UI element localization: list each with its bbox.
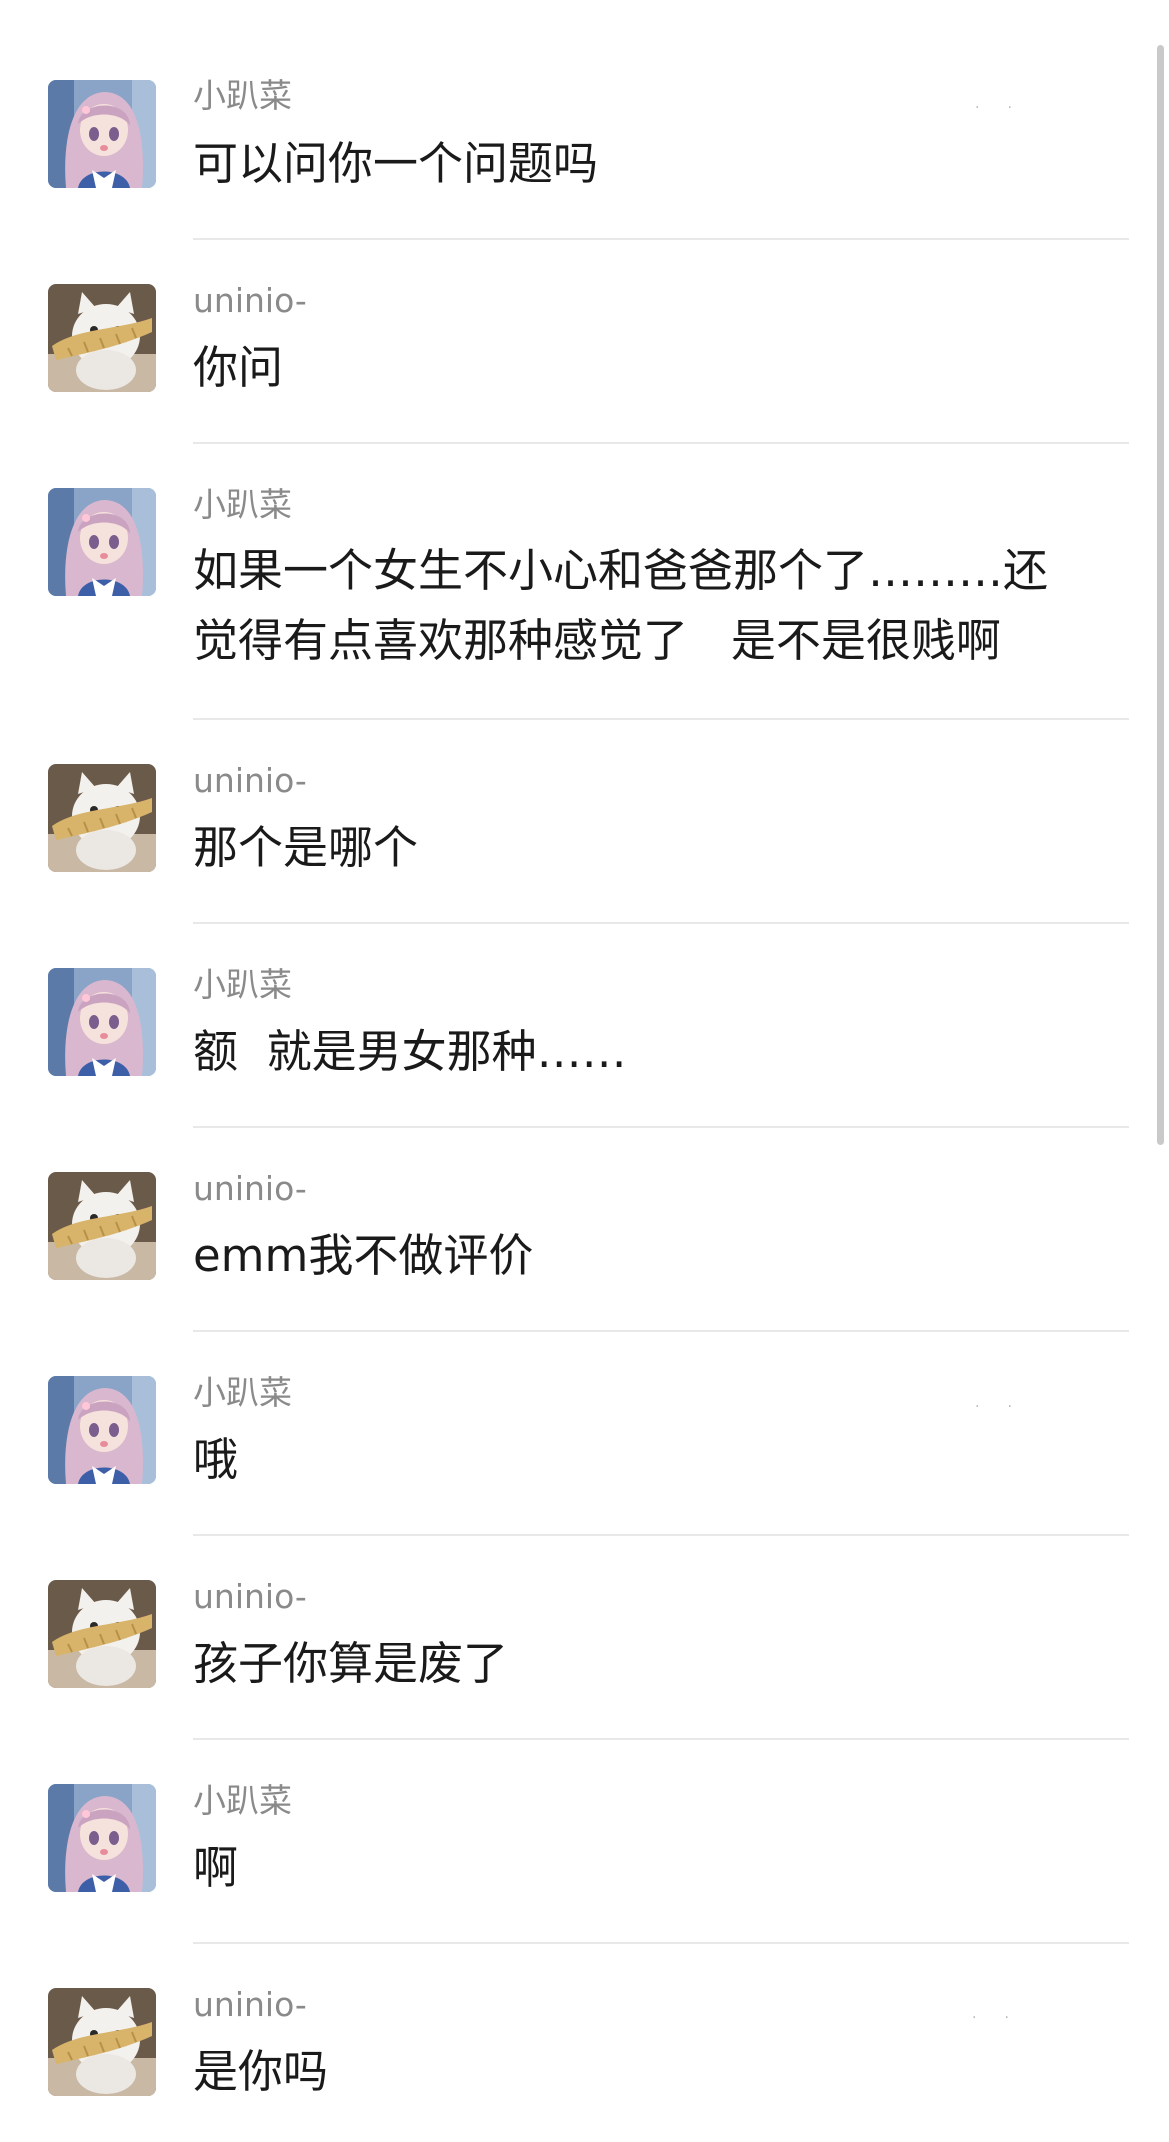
avatar[interactable] xyxy=(48,968,156,1076)
divider xyxy=(193,1738,1129,1740)
anime-girl-avatar-icon xyxy=(48,968,156,1076)
message-text: 如果一个女生不小心和爸爸那个了………还 觉得有点喜欢那种感觉了 是不是很贱啊 xyxy=(193,544,1049,667)
sender-name: 小趴菜 xyxy=(193,1373,292,1412)
cat-with-fish-avatar-icon xyxy=(48,764,156,872)
divider xyxy=(193,718,1129,720)
message-text: emm我不做评价 xyxy=(193,1229,534,1282)
divider xyxy=(193,1126,1129,1128)
message-text: 哦 xyxy=(193,1433,239,1486)
cat-with-fish-avatar-icon xyxy=(48,1580,156,1688)
divider xyxy=(193,238,1129,240)
avatar[interactable] xyxy=(48,1172,156,1280)
sender-name: 小趴菜 xyxy=(193,485,292,524)
message-text: 孩子你算是废了 xyxy=(193,1637,509,1690)
message-text: 是你吗 xyxy=(193,2045,329,2098)
message-text: 你问 xyxy=(193,341,284,394)
anime-girl-avatar-icon xyxy=(48,1784,156,1892)
divider xyxy=(193,1330,1129,1332)
more-dots-icon[interactable]: ·· xyxy=(975,1399,1040,1415)
anime-girl-avatar-icon xyxy=(48,80,156,188)
sender-name: uninio- xyxy=(193,281,307,320)
sender-name: 小趴菜 xyxy=(193,1781,292,1820)
avatar[interactable] xyxy=(48,488,156,596)
sender-name: uninio- xyxy=(193,1985,307,2024)
avatar[interactable] xyxy=(48,1784,156,1892)
more-dots-icon[interactable]: ·· xyxy=(972,2010,1037,2026)
sender-name: uninio- xyxy=(193,761,307,800)
sender-name: 小趴菜 xyxy=(193,76,292,115)
avatar[interactable] xyxy=(48,284,156,392)
avatar[interactable] xyxy=(48,1376,156,1484)
message-text: 那个是哪个 xyxy=(193,821,419,874)
divider xyxy=(193,922,1129,924)
avatar[interactable] xyxy=(48,1988,156,2096)
avatar[interactable] xyxy=(48,80,156,188)
sender-name: uninio- xyxy=(193,1169,307,1208)
divider xyxy=(193,442,1129,444)
message-text: 可以问你一个问题吗 xyxy=(193,137,599,190)
more-dots-icon[interactable]: ·· xyxy=(975,100,1040,116)
cat-with-fish-avatar-icon xyxy=(48,284,156,392)
divider xyxy=(193,1534,1129,1536)
avatar[interactable] xyxy=(48,764,156,872)
scrollbar[interactable] xyxy=(1157,45,1164,1145)
sender-name: 小趴菜 xyxy=(193,965,292,1004)
anime-girl-avatar-icon xyxy=(48,1376,156,1484)
sender-name: uninio- xyxy=(193,1577,307,1616)
anime-girl-avatar-icon xyxy=(48,488,156,596)
cat-with-fish-avatar-icon xyxy=(48,1172,156,1280)
message-text: 额 就是男女那种…… xyxy=(193,1025,627,1078)
avatar[interactable] xyxy=(48,1580,156,1688)
message-text: 啊 xyxy=(193,1841,239,1894)
cat-with-fish-avatar-icon xyxy=(48,1988,156,2096)
divider xyxy=(193,1942,1129,1944)
